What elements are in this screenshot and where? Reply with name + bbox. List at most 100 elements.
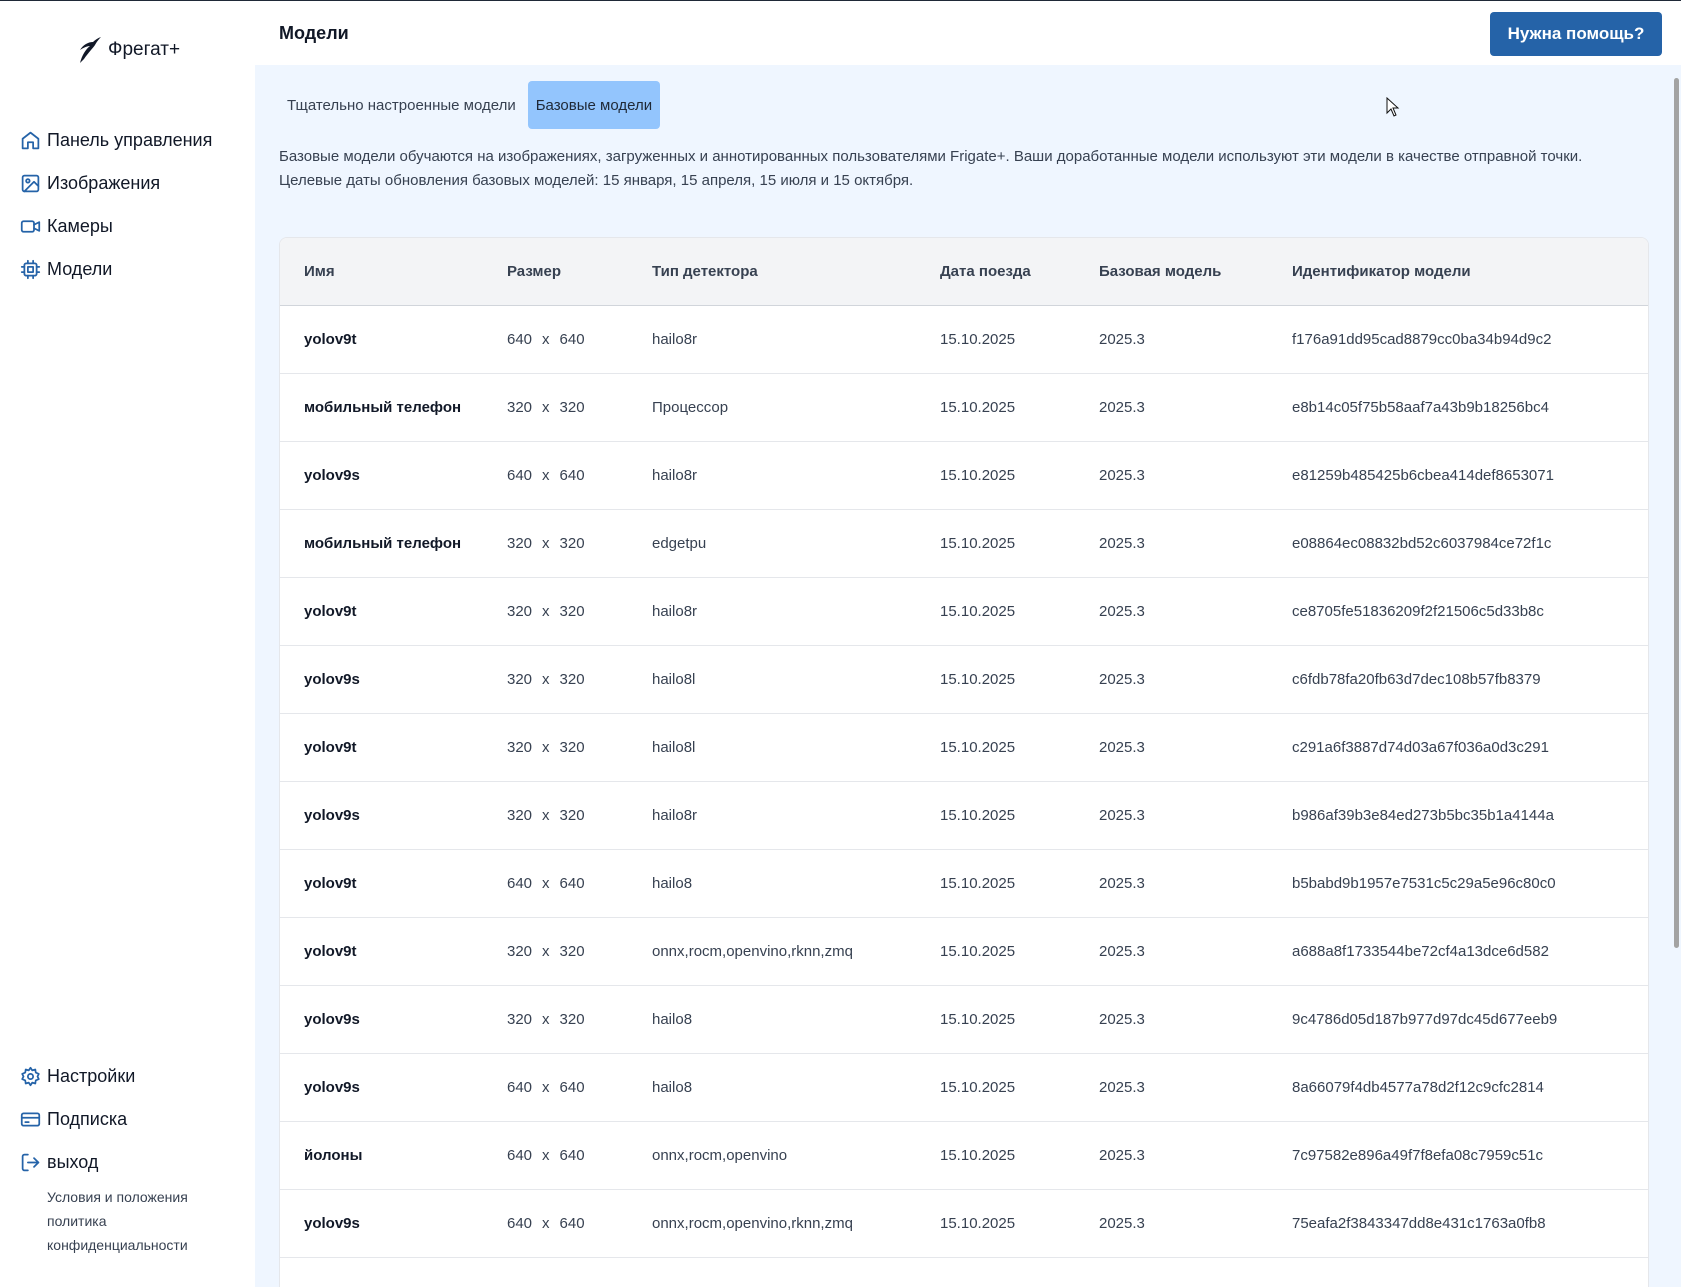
table-header-row: Имя Размер Тип детектора Дата поезда Баз… <box>280 238 1648 306</box>
train-date-cell: 15.10.2025 <box>940 1121 1099 1190</box>
table-row[interactable]: yolov9s 640 x 640 hailo8r 15.10.2025 2025.3 e81… <box>280 441 1648 510</box>
column-header-base-model[interactable]: Базовая модель <box>1099 238 1292 306</box>
table-row[interactable]: yolov9s 320 x 320 hailo8 15.10.2025 2025.3 9c47… <box>280 985 1648 1054</box>
model-height: 640 <box>559 466 585 484</box>
tab-fine-tuned-models[interactable]: Тщательно настроенные модели <box>279 81 524 129</box>
train-date-cell: 15.10.2025 <box>940 373 1099 442</box>
sidebar-item-cameras[interactable]: Камеры <box>20 205 212 248</box>
table-row[interactable]: мобильный телефон 320 x 320 Процессор 15.10.2… <box>280 373 1648 442</box>
model-size-cell: 320 x 320 <box>507 917 652 986</box>
model-size-cell: 320 x 320 <box>507 713 652 782</box>
table-row[interactable]: yolov9t 320 x 320 hailo8l 15.10.2025 2025.3 c29… <box>280 713 1648 782</box>
terms-link[interactable]: Условия и положения <box>47 1185 188 1209</box>
sidebar-item-logout[interactable]: выход <box>20 1141 135 1184</box>
table-row[interactable]: yolov9t 320 x 320 onnx,rocm,openvino,rknn,zm… <box>280 917 1648 986</box>
model-name-cell: мобильный телефон <box>280 373 507 442</box>
model-height: 640 <box>559 874 585 892</box>
column-header-train-date[interactable]: Дата поезда <box>940 238 1099 306</box>
train-date-cell: 15.10.2025 <box>940 985 1099 1054</box>
size-separator: x <box>542 534 550 552</box>
model-width: 320 <box>507 738 533 756</box>
size-separator: x <box>542 1010 550 1028</box>
size-separator: x <box>542 738 550 756</box>
table-row[interactable]: мобильный телефон 320 x 320 edgetpu 15.10.202… <box>280 509 1648 578</box>
model-width: 640 <box>507 466 533 484</box>
base-model-cell: 2025.3 <box>1099 509 1292 578</box>
table-row[interactable]: yolov9t 640 x 640 hailo8r 15.10.2025 2025.3 f17… <box>280 305 1648 374</box>
model-height: 320 <box>559 534 585 552</box>
model-name-cell: yolov9s <box>280 1053 507 1122</box>
model-name-cell: yolov9s <box>280 441 507 510</box>
model-size-cell: 320 x 320 <box>507 577 652 646</box>
description-line-1: Базовые модели обучаются на изображениях… <box>279 148 1583 165</box>
model-name-cell: yolov9t <box>280 305 507 374</box>
base-model-cell: 2025.3 <box>1099 1121 1292 1190</box>
model-width: 640 <box>507 1078 533 1096</box>
base-model-cell: 2025.3 <box>1099 713 1292 782</box>
page-header: Модели Нужна помощь? <box>255 1 1681 65</box>
model-tabs: Тщательно настроенные модели Базовые мод… <box>279 81 661 129</box>
model-size-cell: 320 x 320 <box>507 373 652 442</box>
table-row[interactable]: yolov9t 320 x 320 hailo8r 15.10.2025 2025.3 ce8… <box>280 577 1648 646</box>
column-header-detector[interactable]: Тип детектора <box>652 238 940 306</box>
model-size-cell: 640 x 640 <box>507 1189 652 1258</box>
sidebar-item-label: Изображения <box>47 173 161 193</box>
sidebar: Фрегат+ Панель управления Изображения Ка… <box>0 1 255 1287</box>
model-height: 640 <box>559 1214 585 1232</box>
detector-type-cell: hailo8 <box>652 985 940 1054</box>
model-name-cell: yolov9t <box>280 713 507 782</box>
sidebar-item-images[interactable]: Изображения <box>20 162 212 205</box>
privacy-link[interactable]: политика конфиденциальности <box>47 1209 188 1257</box>
detector-type-cell: hailo8l <box>652 645 940 714</box>
detector-type-cell: hailo8 <box>652 849 940 918</box>
table-row[interactable]: йолоны 640 x 640 onnx,rocm,openvino 15.10.202… <box>280 1121 1648 1190</box>
model-id-cell: b986af39b3e84ed273b5bc35b1a4144a <box>1292 781 1648 850</box>
column-header-name[interactable]: Имя <box>280 238 507 306</box>
table-row[interactable]: yolov9s 320 x 320 hailo8l 15.10.2025 2025.3 c6f… <box>280 645 1648 714</box>
size-separator: x <box>542 1146 550 1164</box>
train-date-cell: 15.10.2025 <box>940 645 1099 714</box>
table-row[interactable]: yolov9s 640 x 640 onnx,rocm,openvino,rknn,zm… <box>280 1189 1648 1258</box>
detector-type-cell: hailo8l <box>652 713 940 782</box>
model-size-cell: 320 x 320 <box>507 645 652 714</box>
sidebar-item-label: выход <box>47 1152 99 1172</box>
models-table-body: yolov9t 640 x 640 hailo8r 15.10.2025 2025.3 f17… <box>280 305 1648 1258</box>
model-name-cell: yolov9s <box>280 1189 507 1258</box>
model-size-cell: 640 x 640 <box>507 1121 652 1190</box>
model-height: 640 <box>559 1146 585 1164</box>
detector-type-cell: onnx,rocm,openvino <box>652 1121 940 1190</box>
sidebar-item-settings[interactable]: Настройки <box>20 1055 135 1098</box>
table-row[interactable]: yolov9s 640 x 640 hailo8 15.10.2025 2025.3 8a66… <box>280 1053 1648 1122</box>
model-height: 320 <box>559 942 585 960</box>
sidebar-item-dashboard[interactable]: Панель управления <box>20 119 212 162</box>
model-id-cell: e08864ec08832bd52c6037984ce72f1c <box>1292 509 1648 578</box>
table-row[interactable]: yolov9t 640 x 640 hailo8 15.10.2025 2025.3 b5ba… <box>280 849 1648 918</box>
model-height: 320 <box>559 738 585 756</box>
column-header-size[interactable]: Размер <box>507 238 652 306</box>
models-table-container: Имя Размер Тип детектора Дата поезда Баз… <box>279 237 1649 1287</box>
train-date-cell: 15.10.2025 <box>940 1189 1099 1258</box>
table-row[interactable]: yolov9s 320 x 320 hailo8r 15.10.2025 2025.3 b98… <box>280 781 1648 850</box>
tab-base-models[interactable]: Базовые модели <box>527 81 661 129</box>
gear-icon <box>21 1066 40 1087</box>
size-separator: x <box>542 806 550 824</box>
model-size-cell: 640 x 640 <box>507 1053 652 1122</box>
model-name-cell: yolov9s <box>280 645 507 714</box>
model-name-cell: yolov9s <box>280 781 507 850</box>
column-header-model-id[interactable]: Идентификатор модели <box>1292 238 1648 306</box>
train-date-cell: 15.10.2025 <box>940 713 1099 782</box>
sidebar-item-models[interactable]: Модели <box>20 248 212 291</box>
help-button[interactable]: Нужна помощь? <box>1490 12 1662 56</box>
brand-logo[interactable]: Фрегат+ <box>76 35 180 65</box>
base-model-cell: 2025.3 <box>1099 849 1292 918</box>
model-name-cell: yolov9t <box>280 577 507 646</box>
model-height: 640 <box>559 1078 585 1096</box>
train-date-cell: 15.10.2025 <box>940 577 1099 646</box>
sidebar-item-subscription[interactable]: Подписка <box>20 1098 135 1141</box>
page-scrollbar-thumb[interactable] <box>1674 78 1679 948</box>
train-date-cell: 15.10.2025 <box>940 509 1099 578</box>
model-size-cell: 320 x 320 <box>507 509 652 578</box>
sidebar-item-label: Камеры <box>47 216 113 236</box>
model-height: 320 <box>559 1010 585 1028</box>
train-date-cell: 15.10.2025 <box>940 1053 1099 1122</box>
